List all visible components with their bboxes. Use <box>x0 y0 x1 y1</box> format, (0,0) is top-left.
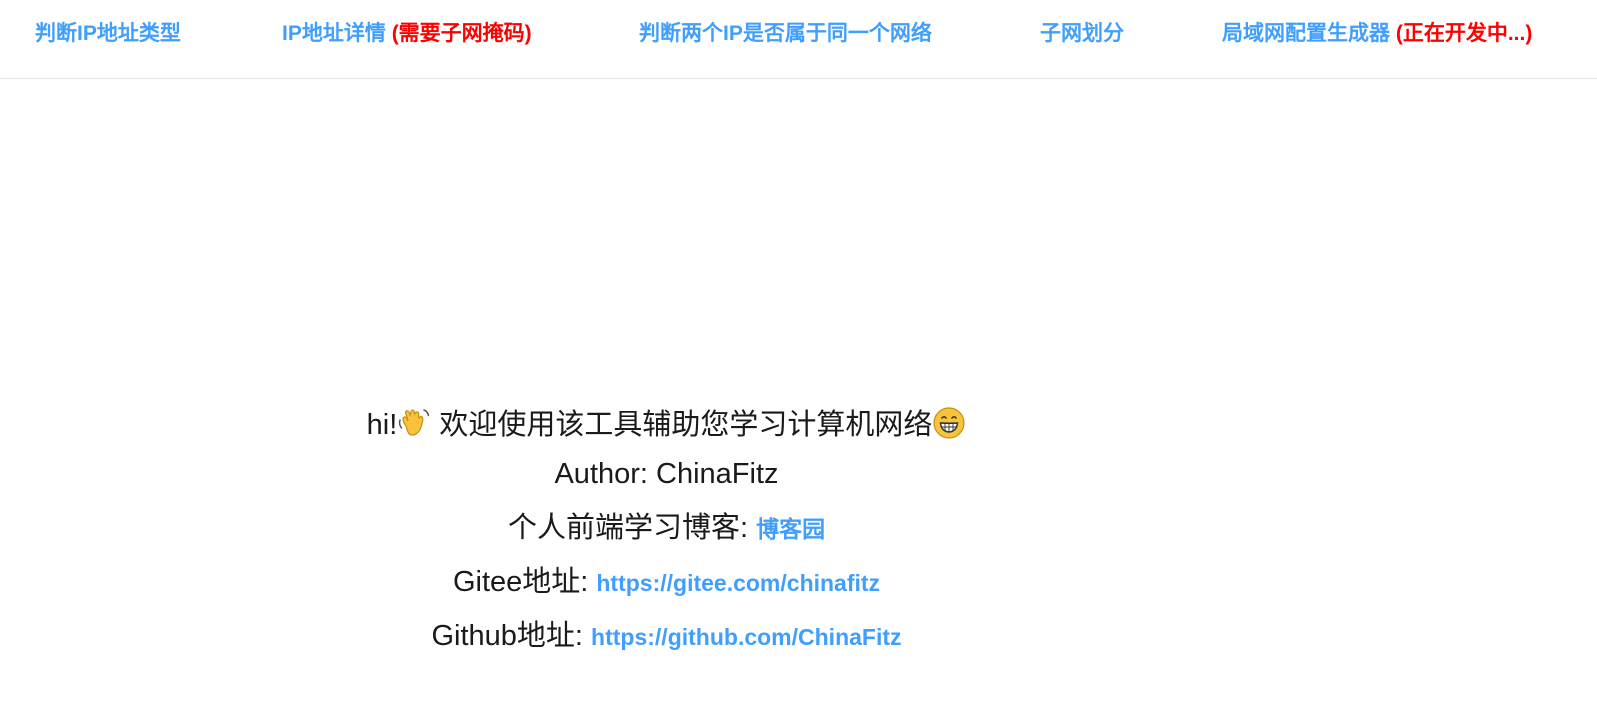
author-name: ChinaFitz <box>656 458 779 490</box>
gitee-line: Gitee地址: https://gitee.com/chinafitz <box>0 564 1333 601</box>
nav-subnetting-label: 子网划分 <box>1040 22 1124 45</box>
nav-ip-type-label: 判断IP地址类型 <box>35 22 181 45</box>
github-label: Github地址: <box>431 620 583 652</box>
top-navigation: 判断IP地址类型 IP地址详情 (需要子网掩码) 判断两个IP是否属于同一个网络… <box>0 0 1597 79</box>
nav-same-network-label: 判断两个IP是否属于同一个网络 <box>639 22 932 45</box>
nav-lan-config-generator[interactable]: 局域网配置生成器 (正在开发中...) <box>1222 19 1532 49</box>
blog-link[interactable]: 博客园 <box>756 516 825 542</box>
author-line: Author: ChinaFitz <box>0 456 1333 492</box>
nav-ip-details-label: IP地址详情 <box>282 22 386 45</box>
github-line: Github地址: https://github.com/ChinaFitz <box>0 618 1333 655</box>
welcome-text: 欢迎使用该工具辅助您学习计算机网络 <box>439 409 933 441</box>
gitee-label: Gitee地址: <box>452 566 589 598</box>
nav-ip-type[interactable]: 判断IP地址类型 <box>35 19 181 49</box>
grinning-face-icon <box>933 407 965 439</box>
nav-ip-details[interactable]: IP地址详情 (需要子网掩码) <box>282 19 532 49</box>
blog-label: 个人前端学习博客: <box>507 512 748 544</box>
github-link[interactable]: https://github.com/ChinaFitz <box>591 624 901 650</box>
greeting-line: hi! 欢迎使用该工具辅助您学习计算机网络 <box>0 406 1333 443</box>
greeting-prefix: hi! <box>366 409 398 441</box>
gitee-link[interactable]: https://gitee.com/chinafitz <box>596 570 880 596</box>
nav-same-network[interactable]: 判断两个IP是否属于同一个网络 <box>639 19 932 49</box>
intro-section: hi! 欢迎使用该工具辅助您学习计算机网络 Author: ChinaFitz … <box>0 398 1333 655</box>
waving-hand-icon <box>399 409 430 436</box>
author-label: Author: <box>554 458 648 490</box>
nav-lan-config-generator-label: 局域网配置生成器 <box>1222 22 1390 45</box>
blog-line: 个人前端学习博客: 博客园 <box>0 510 1333 547</box>
nav-lan-config-generator-note: (正在开发中...) <box>1395 22 1533 45</box>
nav-subnetting[interactable]: 子网划分 <box>1040 19 1124 49</box>
nav-ip-details-note: (需要子网掩码) <box>391 22 532 45</box>
